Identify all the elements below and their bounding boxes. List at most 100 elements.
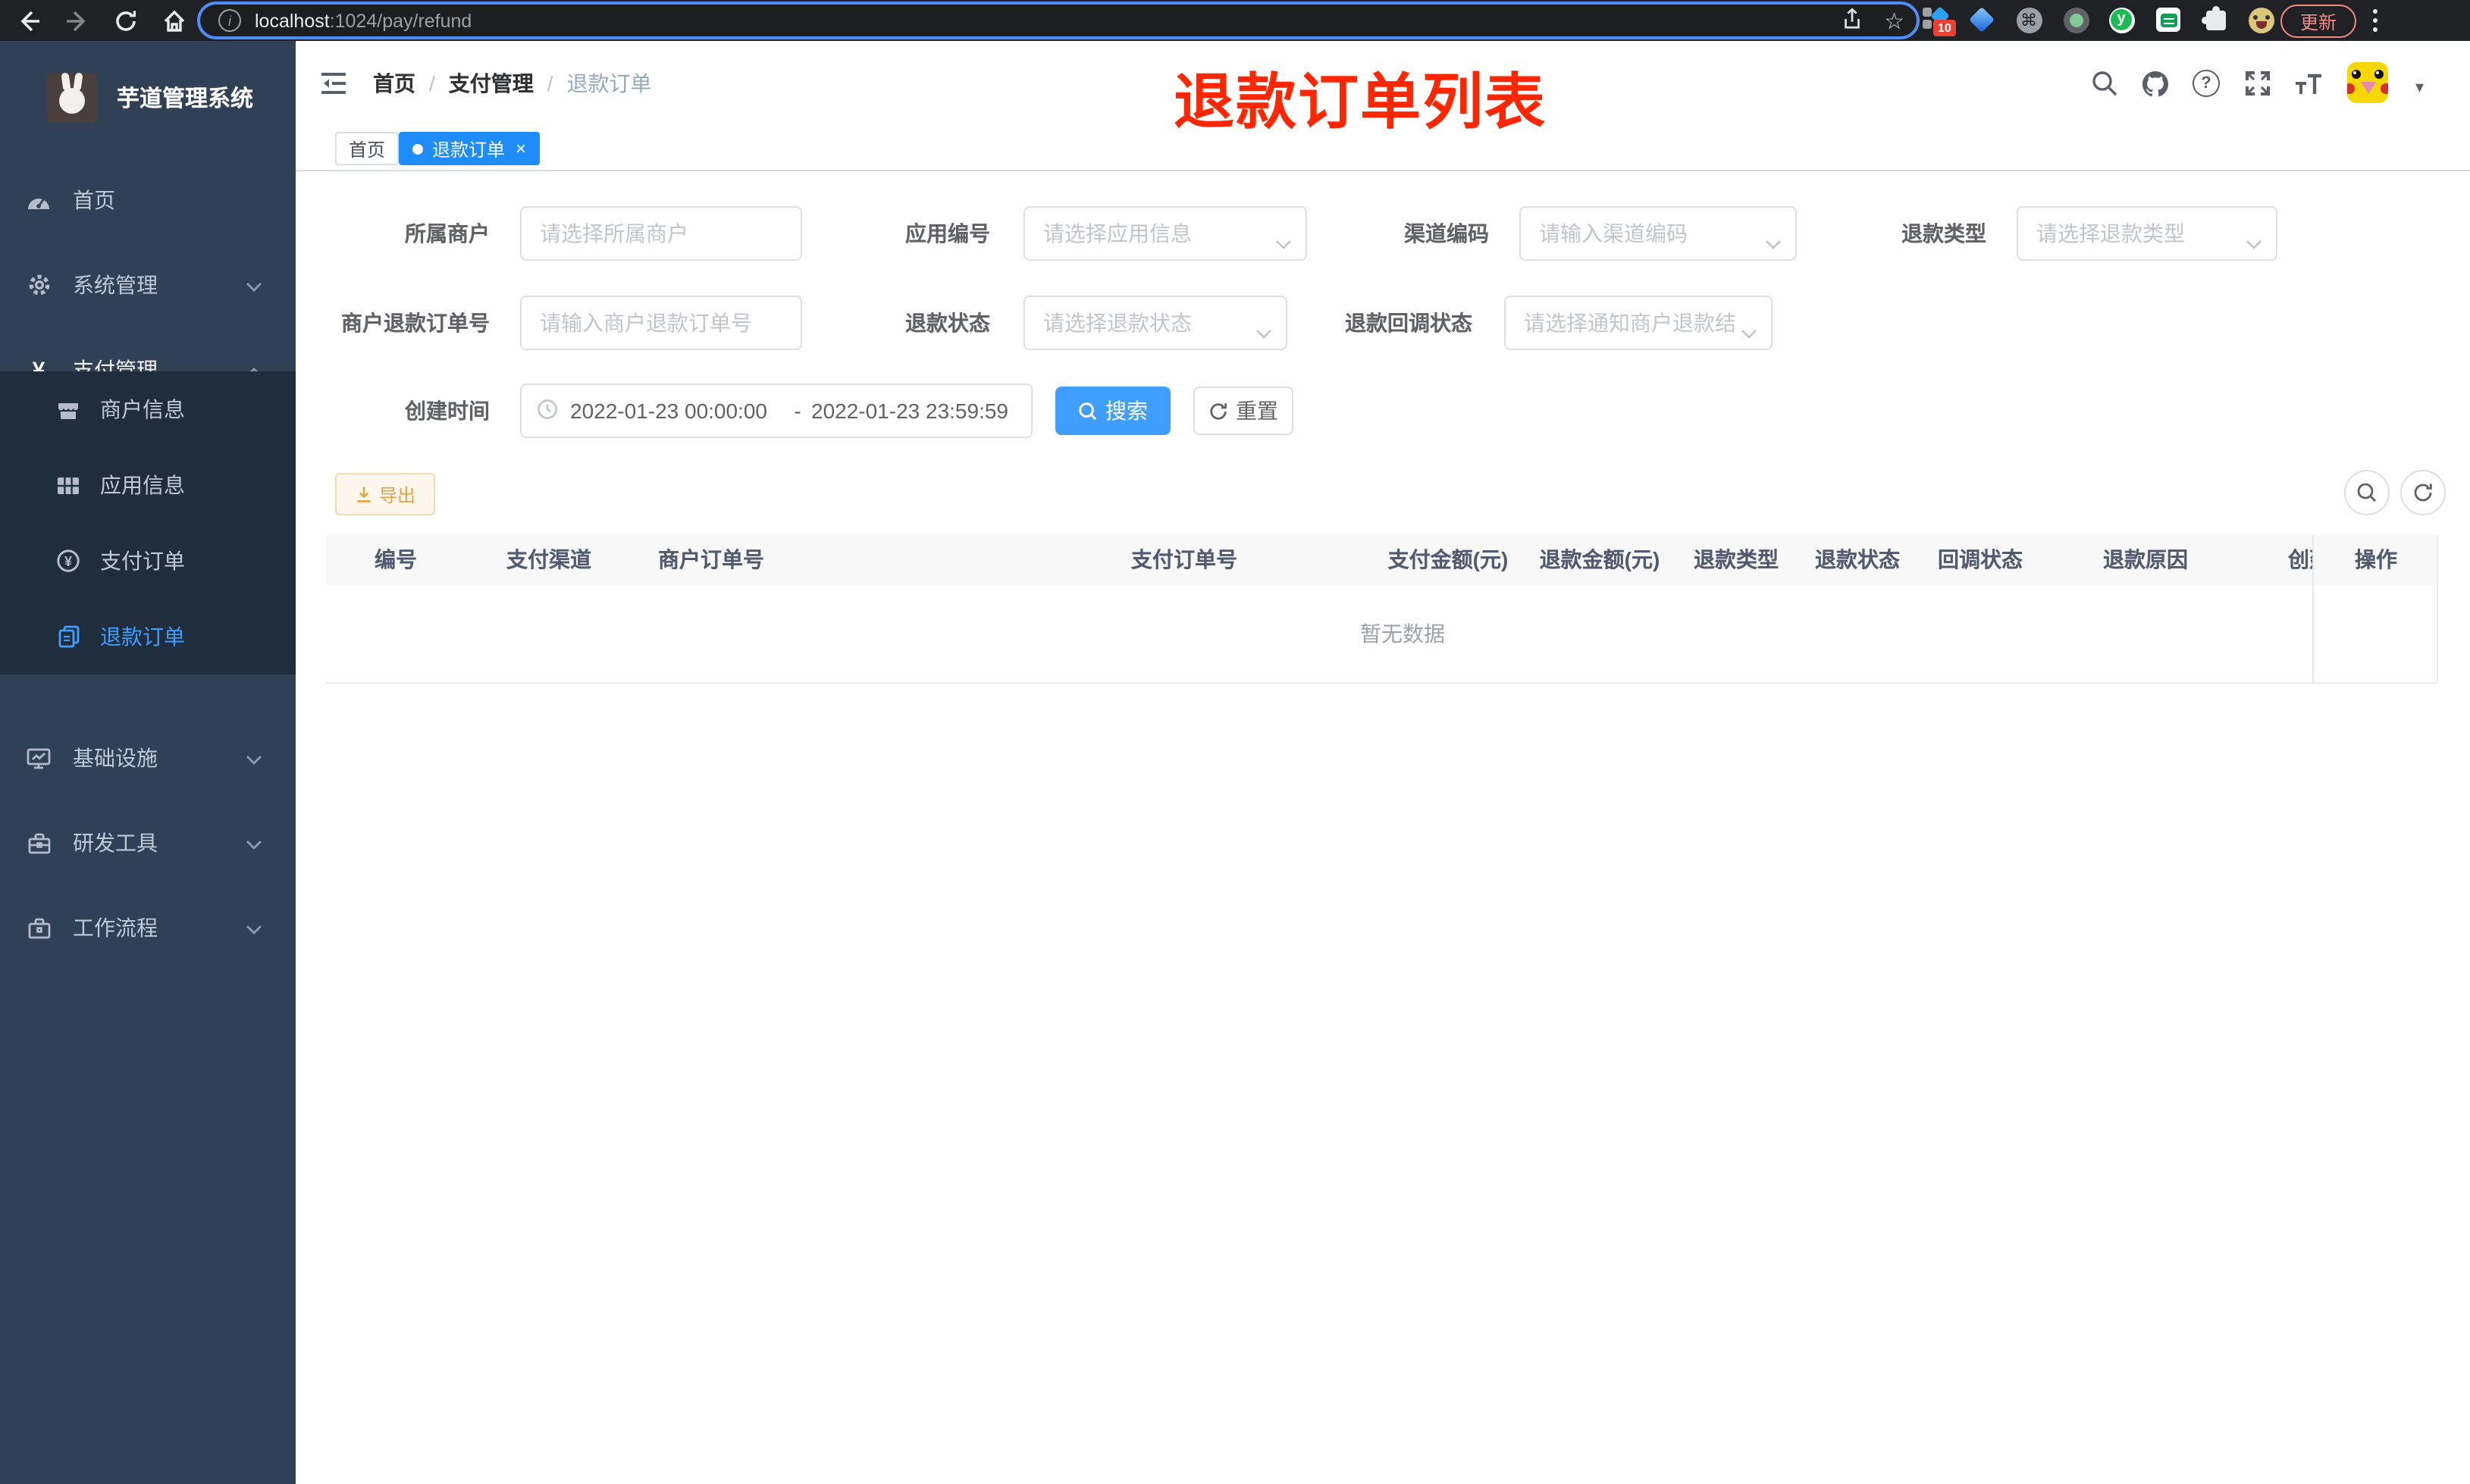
breadcrumb-separator: / (429, 71, 435, 95)
channel-select[interactable] (1519, 206, 1797, 261)
app-logo (47, 72, 97, 122)
filter-label-create-time: 创建时间 (405, 399, 490, 423)
github-icon[interactable] (2132, 41, 2177, 126)
callback-status-input[interactable] (1506, 297, 1771, 349)
refresh-icon (1210, 402, 1227, 419)
chevron-down-icon (246, 273, 262, 297)
sidebar-item-app-info[interactable]: 应用信息 (0, 447, 296, 523)
app-select[interactable] (1023, 206, 1307, 261)
share-icon[interactable] (1840, 7, 1863, 34)
browser-toolbar: i localhost:1024/pay/refund ☆ 10 ⌘ y 更新 (0, 0, 2470, 41)
channel-input[interactable] (1521, 208, 1795, 259)
date-end-value[interactable]: 2022-01-23 23:59:59 (811, 399, 1025, 423)
yen-circle-icon: ¥ (56, 549, 80, 573)
search-button[interactable]: 搜索 (1055, 387, 1171, 435)
help-icon[interactable]: ? (2183, 41, 2229, 126)
back-icon[interactable] (14, 6, 42, 35)
chat-extension-icon[interactable] (2155, 6, 2182, 33)
y-extension-icon[interactable]: y (2108, 6, 2135, 33)
search-icon (1079, 402, 1097, 420)
green-dot-extension-icon[interactable] (2062, 6, 2089, 33)
column-header-pay-channel: 支付渠道 (506, 547, 591, 571)
refund-type-input[interactable] (2018, 208, 2276, 259)
breadcrumb-current: 退款订单 (566, 71, 652, 95)
chevron-down-icon (246, 831, 262, 855)
sidebar-item-pay-order[interactable]: ¥ 支付订单 (0, 523, 296, 599)
document-copy-icon (56, 625, 80, 649)
sidebar-item-home[interactable]: 首页 (0, 158, 296, 243)
reset-button[interactable]: 重置 (1193, 387, 1293, 435)
fullscreen-icon[interactable] (2235, 41, 2280, 126)
refund-type-select[interactable] (2017, 206, 2277, 261)
puzzle-extension-icon[interactable] (2201, 5, 2229, 33)
browser-update-button[interactable]: 更新 (2280, 5, 2356, 38)
table-search-toggle-button[interactable] (2344, 470, 2390, 515)
sidebar-item-label: 研发工具 (73, 831, 158, 855)
refund-status-input[interactable] (1025, 297, 1286, 349)
top-navbar: 首页 / 支付管理 / 退款订单 退款订单列表 ? ▾ (296, 41, 2470, 136)
search-icon[interactable] (2082, 41, 2127, 126)
empty-data-text: 暂无数据 (1360, 621, 1445, 646)
sidebar-item-label: 系统管理 (73, 273, 158, 297)
export-button[interactable]: 导出 (335, 473, 435, 515)
site-info-icon[interactable]: i (218, 9, 241, 32)
chevron-down-icon (246, 746, 262, 770)
date-start-value[interactable]: 2022-01-23 00:00:00 (570, 399, 784, 423)
user-avatar[interactable] (2347, 62, 2388, 103)
browser-menu-icon[interactable] (2373, 9, 2378, 32)
user-menu-caret-icon[interactable]: ▾ (2415, 77, 2424, 97)
sidebar-item-merchant-info[interactable]: 商户信息 (0, 371, 296, 447)
url-text[interactable]: localhost:1024/pay/refund (255, 10, 472, 31)
merchant-refund-no-input[interactable] (522, 297, 801, 349)
filter-label-channel: 渠道编码 (1404, 221, 1489, 246)
merchant-select[interactable] (520, 206, 802, 261)
sidebar-item-refund-order[interactable]: 退款订单 (0, 599, 296, 675)
column-header-refund-amount: 退款金额(元) (1539, 547, 1660, 571)
merchant-input[interactable] (522, 208, 801, 259)
store-icon (56, 398, 80, 421)
address-bar[interactable]: i localhost:1024/pay/refund ☆ (200, 5, 1917, 36)
dashboard-icon (26, 189, 52, 211)
command-extension-icon[interactable]: ⌘ (2015, 6, 2042, 33)
sidebar-item-infrastructure[interactable]: 基础设施 (0, 715, 296, 800)
merchant-refund-no-field[interactable] (520, 296, 802, 350)
table-body: 暂无数据 (326, 585, 2437, 684)
table-refresh-button[interactable] (2400, 470, 2446, 515)
callback-status-select[interactable] (1504, 296, 1773, 350)
home-icon[interactable] (159, 6, 188, 35)
reload-icon[interactable] (111, 6, 139, 35)
gem-extension-icon[interactable] (1968, 6, 1995, 33)
column-header-refund-reason: 退款原因 (2103, 547, 2188, 571)
breadcrumb-separator: / (547, 71, 553, 95)
breadcrumb: 首页 / 支付管理 / 退款订单 (373, 41, 652, 126)
bookmark-star-icon[interactable]: ☆ (1884, 7, 1904, 34)
tag-label: 退款订单 (432, 139, 506, 160)
chevron-down-icon (1765, 230, 1782, 255)
breadcrumb-home[interactable]: 首页 (373, 68, 415, 99)
extension-badge-icon[interactable]: 10 (1923, 6, 1956, 36)
column-header-refund-status: 退款状态 (1815, 547, 1900, 571)
column-header-pay-amount: 支付金额(元) (1387, 547, 1509, 571)
refund-status-select[interactable] (1023, 296, 1287, 350)
forward-icon[interactable] (62, 6, 91, 35)
monitor-chart-icon (26, 747, 52, 769)
chevron-down-icon (2246, 230, 2262, 255)
create-time-range-picker[interactable]: 2022-01-23 00:00:00 - 2022-01-23 23:59:5… (520, 384, 1033, 438)
close-icon[interactable]: × (516, 139, 526, 158)
date-separator: - (794, 399, 801, 423)
tag-label: 首页 (349, 139, 386, 160)
column-header-pay-order-no: 支付订单号 (1131, 547, 1237, 571)
sidebar-collapse-icon[interactable] (318, 70, 349, 102)
emoji-extension-icon[interactable] (2247, 6, 2274, 33)
font-size-icon[interactable] (2285, 41, 2331, 126)
sidebar-item-system[interactable]: 系统管理 (0, 243, 296, 327)
app-logo-row[interactable]: 芋道管理系统 (0, 56, 296, 138)
tag-refund-order[interactable]: 退款订单 × (399, 132, 541, 165)
app-input[interactable] (1025, 208, 1306, 259)
svg-text:¥: ¥ (64, 554, 72, 569)
breadcrumb-payment[interactable]: 支付管理 (449, 68, 534, 99)
extension-count-badge: 10 (1933, 20, 1956, 36)
sidebar-item-workflow[interactable]: 工作流程 (0, 885, 296, 970)
sidebar-item-dev-tools[interactable]: 研发工具 (0, 800, 296, 885)
tag-home[interactable]: 首页 (335, 132, 400, 165)
